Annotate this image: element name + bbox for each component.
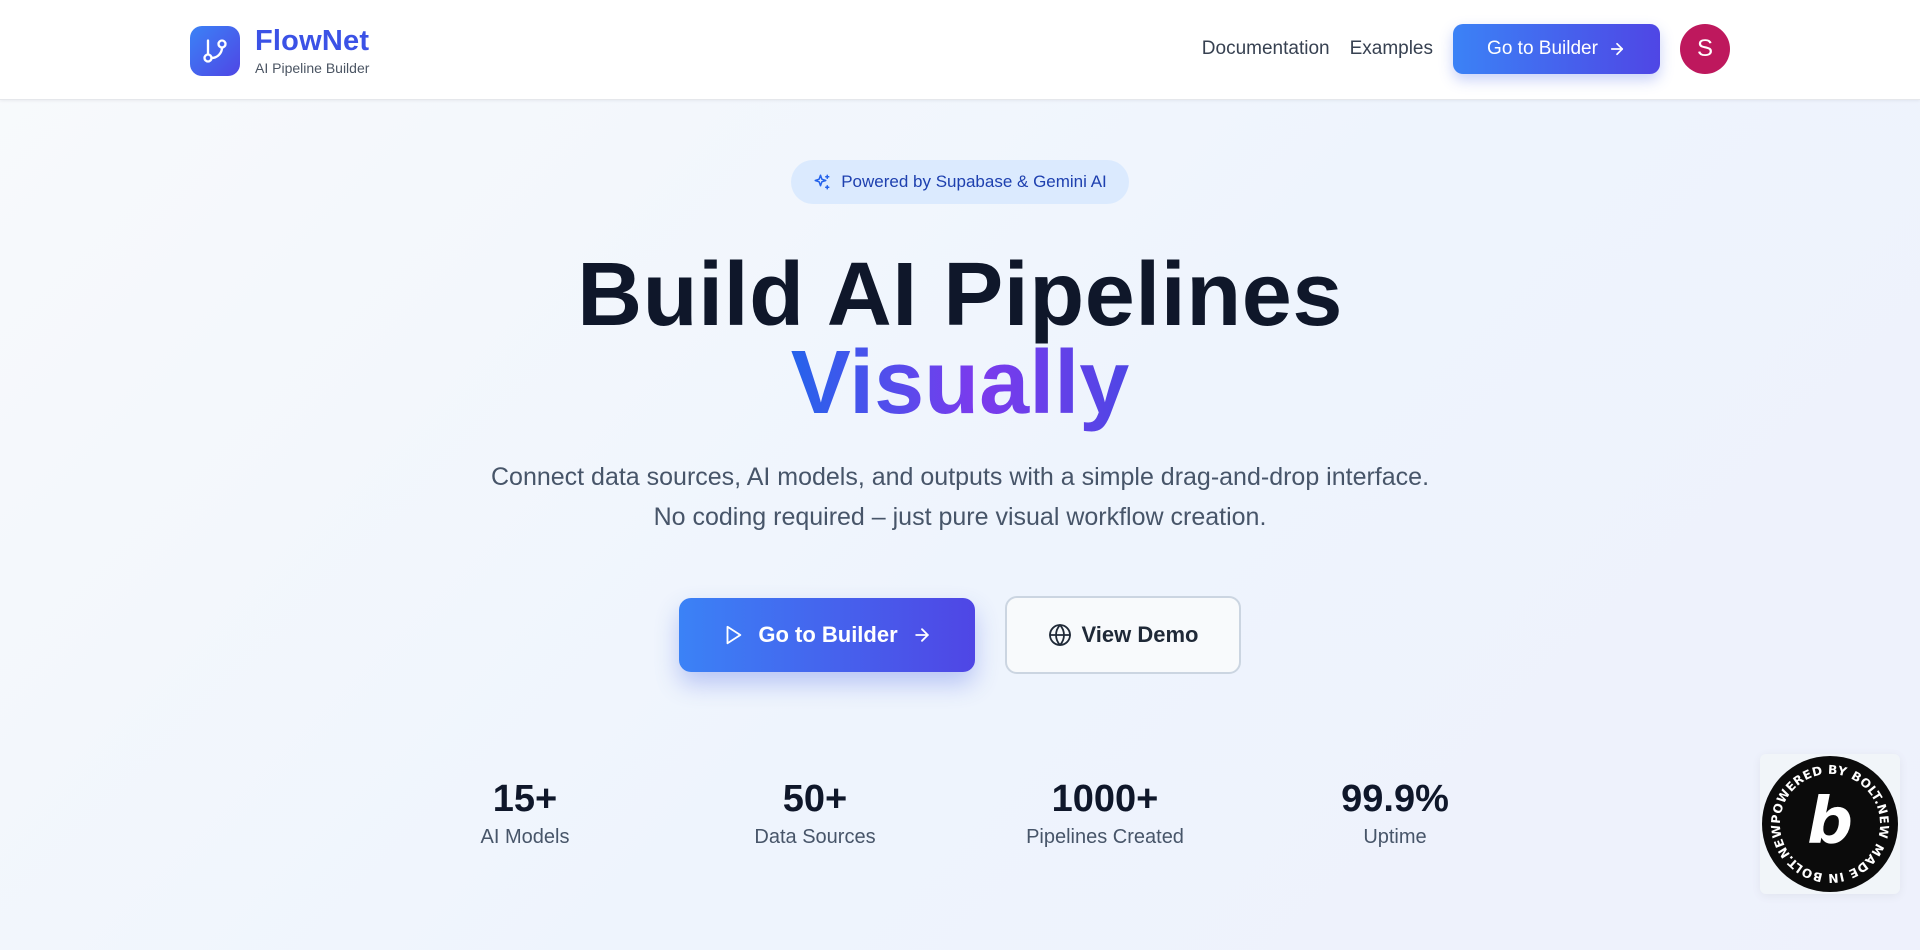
avatar[interactable]: S	[1680, 24, 1730, 74]
hero-title: Build AI Pipelines	[577, 245, 1343, 345]
hero-description: Connect data sources, AI models, and out…	[0, 457, 1920, 537]
go-to-builder-button[interactable]: Go to Builder	[679, 598, 975, 672]
arrow-right-icon	[1610, 42, 1624, 56]
bolt-letter: b	[1807, 785, 1853, 859]
brand-name: FlowNet	[255, 25, 370, 57]
hero-title-gradient-text: Visually	[790, 333, 1130, 433]
brand[interactable]: FlowNet AI Pipeline Builder	[190, 25, 369, 77]
nav-link-documentation[interactable]: Documentation	[1202, 38, 1330, 60]
stat-uptime: 99.9% Uptime	[1275, 776, 1515, 850]
header-go-to-builder-button[interactable]: Go to Builder	[1453, 24, 1660, 74]
stat-value: 50+	[782, 778, 848, 820]
bolt-logo-icon: POWERED BY BOLT.NEW MADE IN BOLT.NEW b	[1762, 756, 1898, 892]
stat-value: 1000+	[1051, 778, 1159, 820]
top-header: FlowNet AI Pipeline Builder Documentatio…	[0, 0, 1920, 100]
view-demo-button[interactable]: View Demo	[1005, 596, 1241, 674]
nav-link-examples[interactable]: Examples	[1350, 38, 1433, 60]
sparkles-icon	[814, 174, 830, 190]
hero-title-highlight: Visually	[0, 333, 1920, 433]
stat-ai-models: 15+ AI Models	[405, 776, 645, 850]
header-go-to-builder-label: Go to Builder	[1487, 38, 1598, 59]
bolt-badge[interactable]: POWERED BY BOLT.NEW MADE IN BOLT.NEW b	[1760, 754, 1900, 894]
stat-label: Pipelines Created	[1026, 826, 1184, 848]
stat-value: 99.9%	[1341, 778, 1449, 820]
stat-pipelines-created: 1000+ Pipelines Created	[985, 776, 1225, 850]
stat-label: AI Models	[480, 826, 570, 848]
powered-by-badge: Powered by Supabase & Gemini AI	[791, 160, 1129, 204]
play-icon	[726, 625, 742, 645]
hero-description-line-1: Connect data sources, AI models, and out…	[490, 463, 1430, 491]
git-branch-icon	[190, 26, 240, 76]
stat-value: 15+	[492, 778, 558, 820]
stat-label: Uptime	[1363, 826, 1427, 848]
stat-label: Data Sources	[754, 826, 876, 848]
go-to-builder-label: Go to Builder	[758, 622, 898, 647]
arrow-right-icon	[914, 628, 929, 642]
stat-data-sources: 50+ Data Sources	[695, 776, 935, 850]
brand-subtitle: AI Pipeline Builder	[255, 60, 370, 76]
top-nav: Documentation Examples Go to Builder S	[1202, 24, 1730, 74]
globe-icon	[1048, 624, 1071, 646]
badge-text: Powered by Supabase & Gemini AI	[841, 172, 1107, 191]
view-demo-label: View Demo	[1081, 622, 1199, 647]
hero-description-line-2: No coding required – just pure visual wo…	[653, 503, 1267, 531]
